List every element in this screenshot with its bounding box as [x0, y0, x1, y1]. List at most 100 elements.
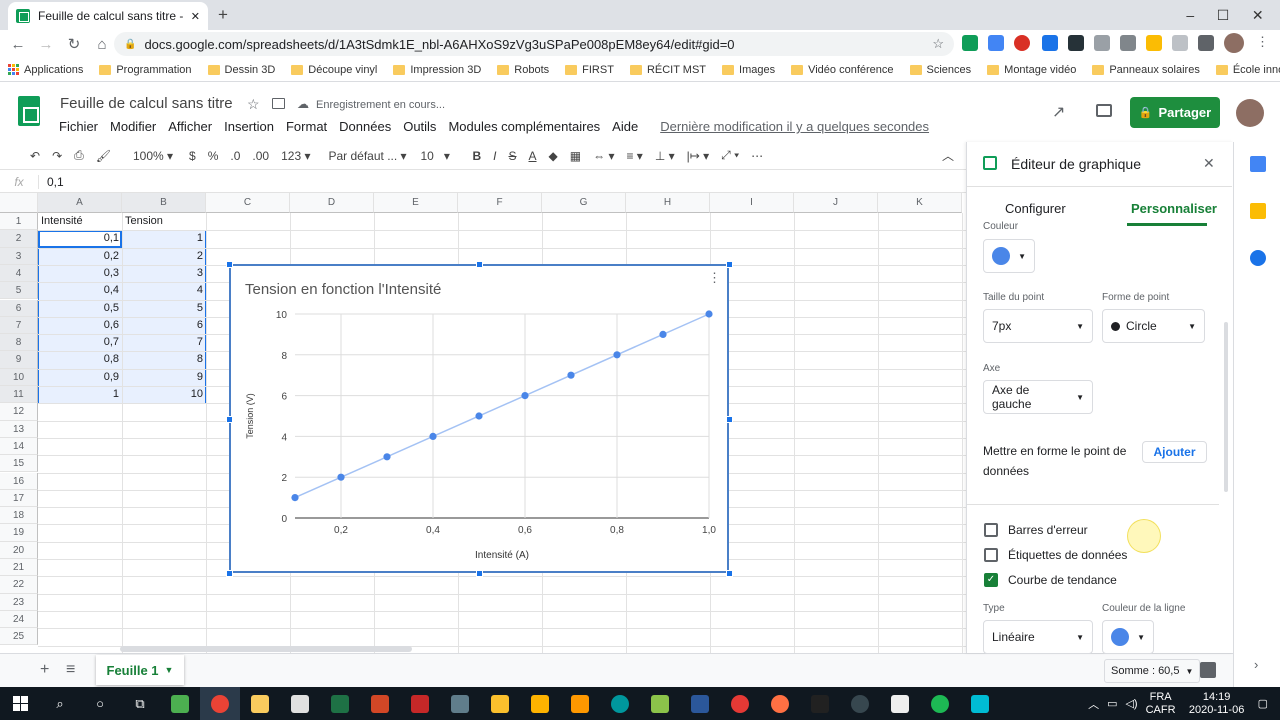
header-cell-b1[interactable]: Tension — [122, 213, 206, 230]
app-icon[interactable] — [800, 687, 840, 720]
menu-aide[interactable]: Aide — [612, 119, 638, 134]
col-header-j[interactable]: J — [794, 193, 878, 213]
maximize-icon[interactable]: ☐ — [1217, 7, 1230, 24]
last-edit-link[interactable]: Dernière modification il y a quelques se… — [660, 119, 929, 134]
bookmark-folder[interactable]: Vidéo conférence — [783, 64, 901, 76]
table-cell[interactable]: 5 — [122, 300, 206, 317]
row-header[interactable]: 9 — [0, 351, 38, 369]
borders-icon[interactable]: ▦ — [564, 149, 587, 163]
bookmark-apps[interactable]: Applications — [0, 64, 91, 76]
row-header[interactable]: 14 — [0, 437, 38, 456]
table-cell[interactable]: 4 — [122, 282, 206, 299]
table-cell[interactable]: 3 — [122, 265, 206, 282]
gear-extension-icon[interactable] — [1172, 35, 1188, 51]
horizontal-scrollbar[interactable] — [120, 646, 412, 652]
col-header-k[interactable]: K — [878, 193, 962, 213]
bookmark-folder[interactable]: Sciences — [902, 64, 980, 76]
bookmark-folder[interactable]: Programmation — [91, 64, 199, 76]
screencast-extension-icon[interactable] — [1042, 35, 1058, 51]
strikethrough-icon[interactable]: S — [503, 149, 523, 163]
bookmark-folder[interactable]: Découpe vinyl — [283, 64, 385, 76]
menu-outils[interactable]: Outils — [403, 119, 436, 134]
redo-icon[interactable]: ↷ — [46, 149, 68, 163]
row-header[interactable]: 21 — [0, 559, 38, 577]
currency-format-button[interactable]: $ — [183, 149, 202, 163]
font-size-select[interactable]: 10 ▾ — [414, 149, 466, 163]
capture-extension-icon[interactable] — [1068, 35, 1084, 51]
vertical-align-icon[interactable]: ⊥ ▾ — [649, 149, 681, 163]
table-cell[interactable]: 7 — [122, 334, 206, 351]
windows-start-icon[interactable] — [0, 687, 40, 720]
translate-extension-icon[interactable] — [988, 35, 1004, 51]
paint-format-icon[interactable]: 🖌 — [90, 149, 117, 163]
resize-handle[interactable] — [476, 570, 483, 577]
row-header[interactable]: 5 — [0, 282, 38, 300]
tab-close-icon[interactable]: ✕ — [191, 10, 200, 23]
row-header[interactable]: 23 — [0, 593, 38, 611]
zoom-select[interactable]: 100% ▾ — [127, 149, 179, 163]
word-icon[interactable] — [680, 687, 720, 720]
tab-personnaliser[interactable]: Personnaliser — [1131, 201, 1217, 216]
row-header[interactable]: 12 — [0, 403, 38, 421]
table-cell[interactable]: 0,6 — [38, 317, 122, 334]
trendline-checkbox[interactable]: ✓ Courbe de tendance — [984, 573, 1117, 587]
app-icon[interactable] — [880, 687, 920, 720]
more-formats-select[interactable]: 123 ▾ — [275, 149, 316, 163]
point-shape-select[interactable]: Circle ▼ — [1102, 309, 1205, 343]
row-header[interactable]: 20 — [0, 541, 38, 559]
app-icon[interactable] — [560, 687, 600, 720]
keep-icon[interactable] — [1250, 203, 1266, 219]
table-cell[interactable]: 1 — [38, 386, 122, 403]
app-icon[interactable] — [520, 687, 560, 720]
tray-chevron-icon[interactable]: ︿ — [1088, 696, 1099, 712]
hand-extension-icon[interactable] — [1146, 35, 1162, 51]
drive-extension-icon[interactable] — [962, 35, 978, 51]
bookmark-folder[interactable]: FIRST — [557, 64, 622, 76]
app-icon[interactable] — [760, 687, 800, 720]
table-cell[interactable]: 0,1 — [38, 230, 122, 247]
bookmark-folder[interactable]: Impression 3D — [385, 64, 489, 76]
bookmark-folder[interactable]: Robots — [489, 64, 557, 76]
bookmark-star-icon[interactable]: ☆ — [932, 36, 944, 52]
print-icon[interactable]: ⎙ — [68, 148, 90, 163]
forward-icon[interactable]: → — [32, 36, 60, 53]
bookmark-folder[interactable]: Images — [714, 64, 783, 76]
back-icon[interactable]: ← — [4, 36, 32, 53]
resize-handle[interactable] — [226, 261, 233, 268]
row-header[interactable]: 10 — [0, 368, 38, 386]
notification-icon[interactable]: ▢ — [1258, 697, 1268, 710]
bookmark-folder[interactable]: Montage vidéo — [979, 64, 1084, 76]
menu-modules[interactable]: Modules complémentaires — [448, 119, 600, 134]
menu-afficher[interactable]: Afficher — [168, 119, 212, 134]
row-header[interactable]: 17 — [0, 489, 38, 508]
arduino-icon[interactable] — [600, 687, 640, 720]
bold-icon[interactable]: B — [466, 149, 487, 163]
sheet-tab[interactable]: Feuille 1 ▼ — [96, 655, 184, 685]
shield-extension-icon[interactable] — [1120, 35, 1136, 51]
merge-cells-icon[interactable]: ⇔ ▾ — [587, 149, 620, 163]
add-sheet-button[interactable]: + — [40, 661, 49, 679]
select-all-corner[interactable] — [0, 193, 38, 213]
trending-activity-icon[interactable]: ↗ — [1052, 102, 1065, 122]
error-bars-checkbox[interactable]: Barres d'erreur — [984, 523, 1088, 537]
table-cell[interactable]: 0,9 — [38, 369, 122, 386]
network-icon[interactable]: ▭ — [1107, 697, 1117, 710]
menu-fichier[interactable]: Fichier — [59, 119, 98, 134]
resize-handle[interactable] — [726, 261, 733, 268]
line-color-select[interactable]: ▼ — [1102, 620, 1154, 654]
app-icon[interactable] — [640, 687, 680, 720]
col-header-b[interactable]: B — [122, 193, 206, 213]
bookmark-folder[interactable]: École innovante — [1208, 64, 1280, 76]
spotify-icon[interactable] — [920, 687, 960, 720]
row-header[interactable]: 4 — [0, 264, 38, 283]
point-size-select[interactable]: 7px ▼ — [983, 309, 1093, 343]
undo-icon[interactable]: ↶ — [24, 149, 46, 163]
store-icon[interactable] — [280, 687, 320, 720]
col-header-c[interactable]: C — [206, 193, 290, 213]
text-wrap-icon[interactable]: |↦ ▾ — [681, 149, 716, 163]
row-header[interactable]: 25 — [0, 628, 38, 646]
horizontal-align-icon[interactable]: ≡ ▾ — [620, 149, 648, 163]
explorer-icon[interactable] — [240, 687, 280, 720]
app-icon[interactable] — [960, 687, 1000, 720]
col-header-e[interactable]: E — [374, 193, 458, 213]
